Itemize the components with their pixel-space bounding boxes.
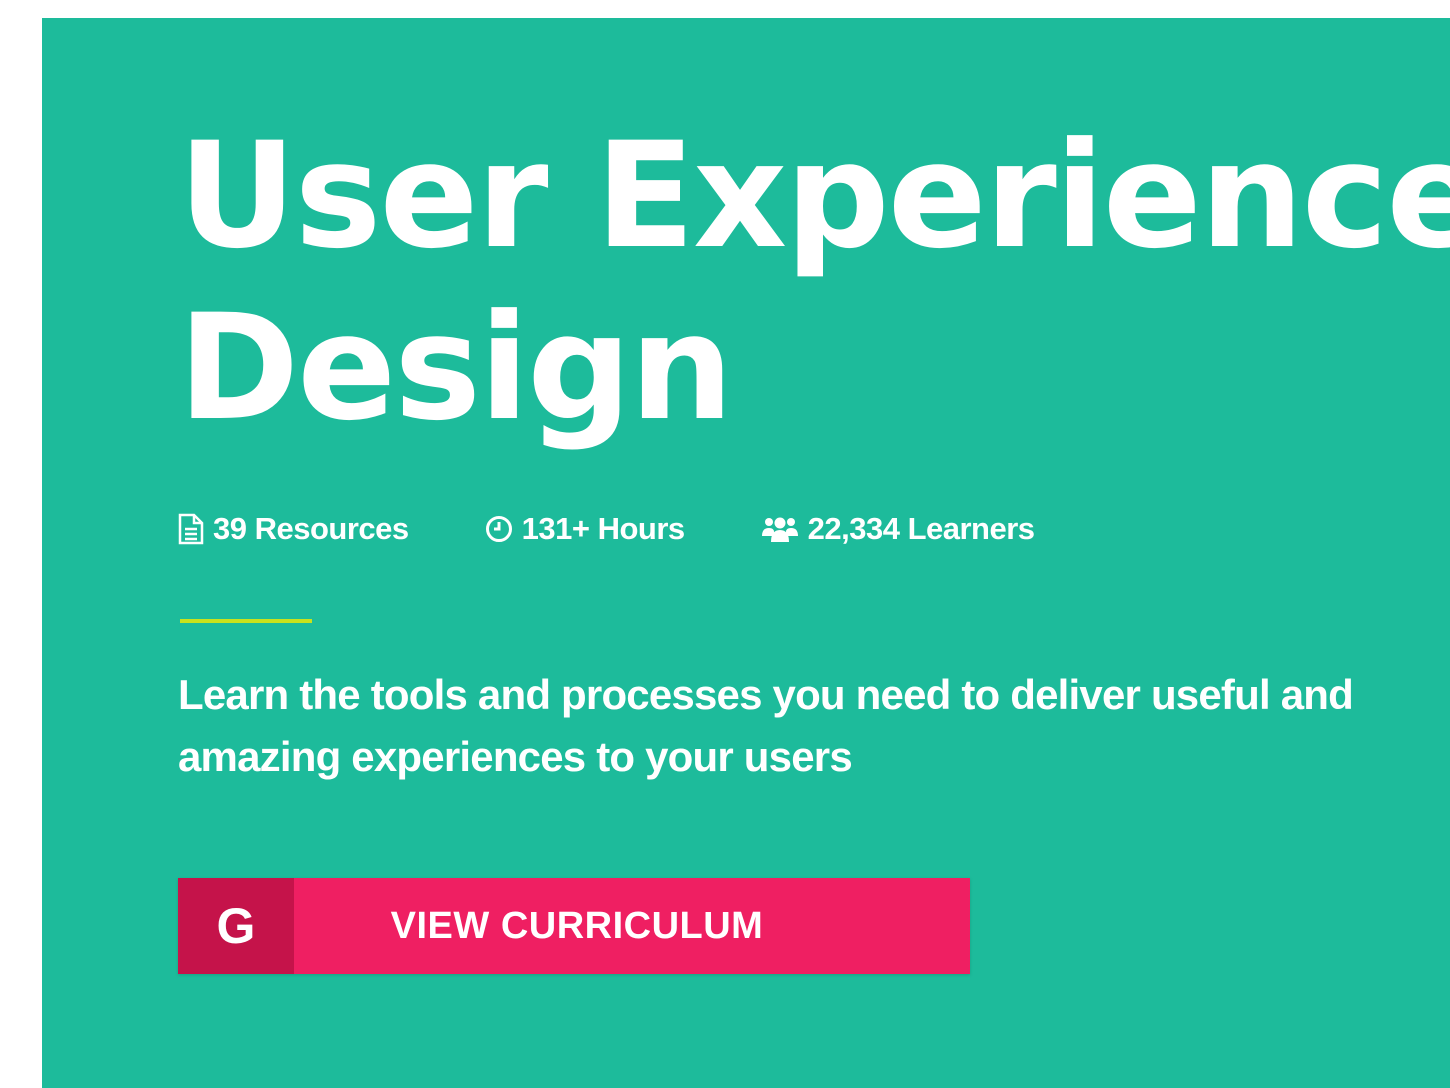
view-curriculum-button[interactable]: G VIEW CURRICULUM <box>178 878 970 974</box>
google-g-icon: G <box>216 898 256 954</box>
stat-resources-text: 39 Resources <box>213 511 409 546</box>
stat-learners-text: 22,334 Learners <box>807 511 1035 546</box>
course-title-line-1: User Experience <box>178 111 1450 281</box>
course-stats: 39 Resources 131+ Hours 22,334 Learners <box>178 504 1035 554</box>
accent-divider <box>180 619 312 623</box>
stat-learners: 22,334 Learners <box>761 511 1035 547</box>
stat-hours-text: 131+ Hours <box>521 511 686 546</box>
stat-hours: 131+ Hours <box>485 511 685 547</box>
stat-resources: 39 Resources <box>178 511 409 547</box>
clock-icon <box>485 516 512 542</box>
course-title-line-2: Design <box>178 283 734 453</box>
course-hero: User Experience Design 39 Resources 131+ … <box>42 18 1450 1088</box>
document-icon <box>178 513 204 545</box>
view-curriculum-label: VIEW CURRICULUM <box>390 904 764 947</box>
course-title: User Experience Design <box>178 110 1450 454</box>
users-icon <box>761 517 798 542</box>
cta-icon-box: G <box>178 878 294 974</box>
course-description: Learn the tools and processes you need t… <box>178 671 1354 780</box>
